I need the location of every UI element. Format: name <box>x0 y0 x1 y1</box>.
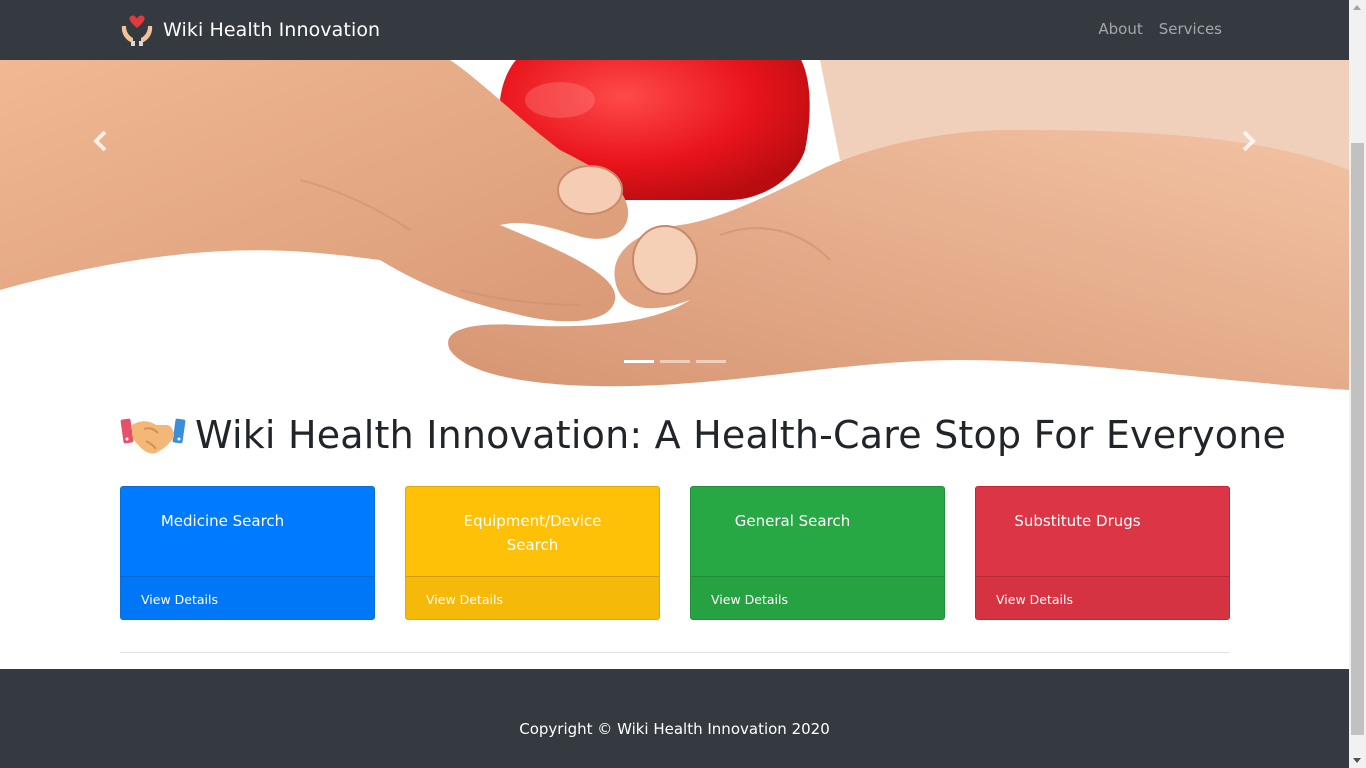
chevron-left-icon[interactable] <box>86 126 116 156</box>
carousel-indicator-1[interactable] <box>624 360 654 363</box>
card-substitute-drugs: Substitute Drugs View Details <box>975 486 1230 620</box>
carousel-indicator-3[interactable] <box>696 360 726 363</box>
heart-in-hands-icon <box>121 15 153 46</box>
card-equipment-device-search: Equipment/Device Search View Details <box>405 486 660 620</box>
chevron-right-icon[interactable] <box>1233 126 1263 156</box>
brand-link[interactable]: Wiki Health Innovation <box>120 14 380 46</box>
card-general-search: General Search View Details <box>690 486 945 620</box>
brand-name: Wiki Health Innovation <box>163 19 381 41</box>
nav-link-services[interactable]: Services <box>1159 20 1222 38</box>
carousel-indicators <box>624 360 732 363</box>
scroll-down-arrow-icon[interactable] <box>1353 758 1361 763</box>
scroll-up-arrow-icon[interactable] <box>1353 5 1361 10</box>
card-title: Substitute Drugs <box>1014 512 1141 530</box>
carousel-indicator-2[interactable] <box>660 360 690 363</box>
page-scrollbar[interactable] <box>1349 0 1366 768</box>
card-medicine-search: Medicine Search View Details <box>120 486 375 620</box>
page-content: Wiki Health Innovation About Services Wi… <box>0 0 1349 768</box>
card-title: Equipment/Device Search <box>463 512 602 554</box>
section-divider <box>120 652 1230 653</box>
nav-links: About Services <box>1082 20 1222 38</box>
view-details-link[interactable]: View Details <box>996 592 1073 607</box>
service-cards: Medicine Search View Details Equipment/D… <box>120 486 1230 620</box>
page-title: Wiki Health Innovation: A Health-Care St… <box>195 413 1287 457</box>
hero-carousel <box>0 60 1349 390</box>
scrollbar-thumb[interactable] <box>1351 143 1364 735</box>
card-title: Medicine Search <box>160 512 285 530</box>
page: Wiki Health Innovation About Services Wi… <box>0 0 1366 768</box>
hands-holding-heart-image <box>0 60 1349 390</box>
nav-link-about[interactable]: About <box>1098 20 1142 38</box>
navbar: Wiki Health Innovation About Services <box>0 0 1349 60</box>
page-heading: Wiki Health Innovation: A Health-Care St… <box>120 410 1286 460</box>
handshake-icon <box>120 418 186 454</box>
view-details-link[interactable]: View Details <box>711 592 788 607</box>
view-details-link[interactable]: View Details <box>426 592 503 607</box>
copyright-text: Copyright © Wiki Health Innovation 2020 <box>519 720 830 738</box>
card-title: General Search <box>734 512 851 530</box>
site-footer: Copyright © Wiki Health Innovation 2020 <box>0 669 1349 768</box>
view-details-link[interactable]: View Details <box>141 592 218 607</box>
